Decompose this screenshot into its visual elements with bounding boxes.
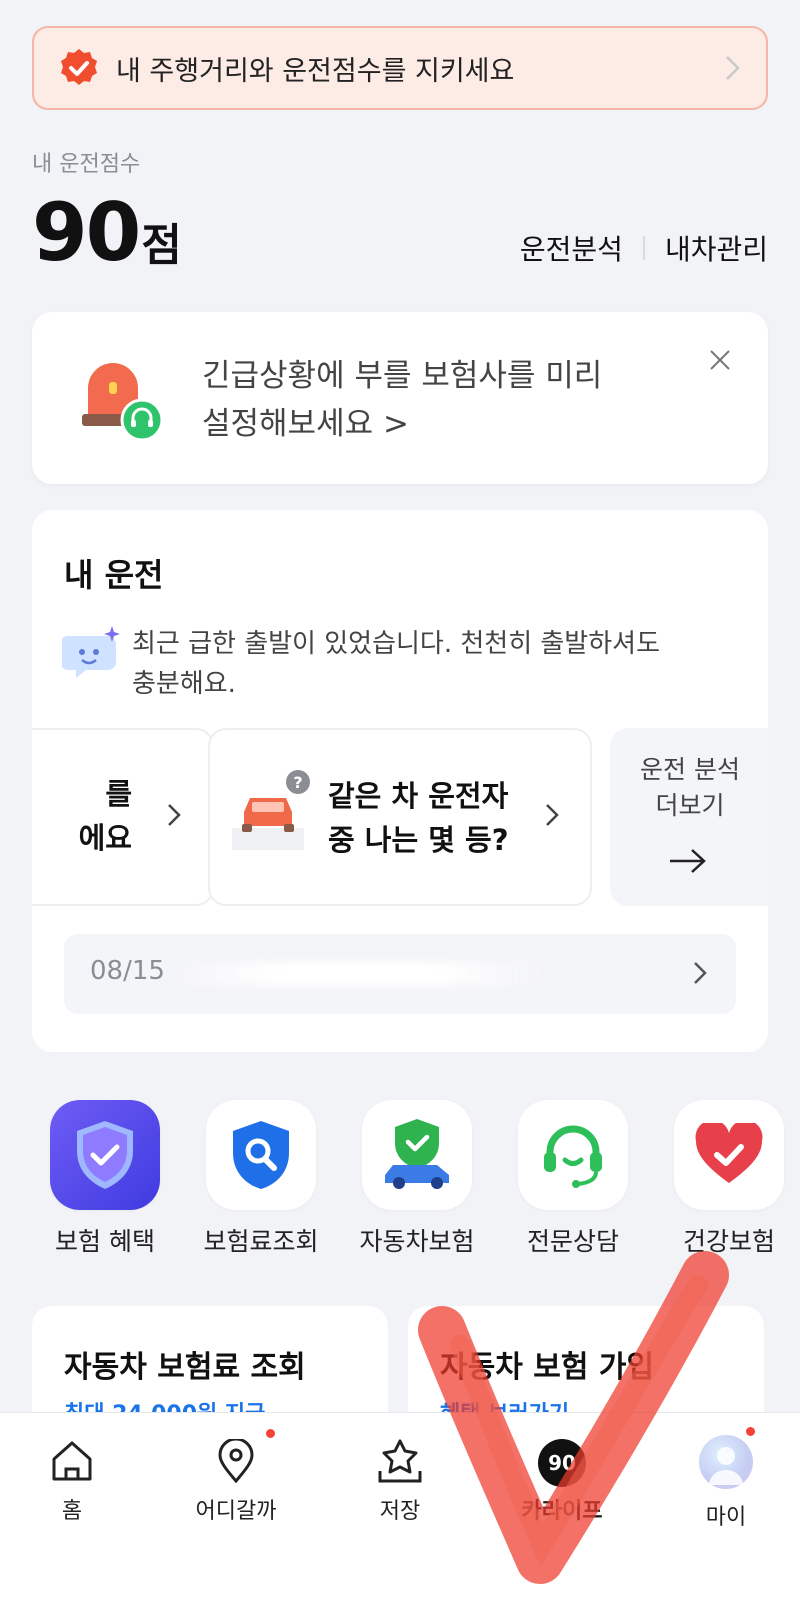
headset-icon (518, 1100, 628, 1210)
heart-check-icon (674, 1100, 784, 1210)
insight-line-1: 를 (105, 777, 132, 811)
driver-ranking-card[interactable]: ? 같은 차 운전자 중 나는 몇 등? (208, 728, 592, 906)
score-links: 운전분석 내차관리 (520, 228, 768, 268)
ranking-line-2: 중 나는 몇 등? (328, 823, 509, 857)
service-label: 보험료조회 (203, 1227, 319, 1256)
siren-icon (82, 363, 164, 442)
driving-tip: 최근 급한 출발이 있었습니다. 천천히 출발하셔도 충분해요. (132, 624, 732, 704)
service-consultation[interactable]: 전문상담 (498, 1100, 648, 1258)
more-line-2: 더보기 (655, 791, 725, 820)
driving-analysis-link[interactable]: 운전분석 (520, 228, 623, 268)
tab-carlife[interactable]: 90 카라이프 (502, 1439, 622, 1525)
tab-label: 마이 (705, 1505, 747, 1530)
notification-dot (746, 1427, 755, 1436)
service-label: 자동차보험 (359, 1227, 475, 1256)
driving-insight-card-prev[interactable]: 를 에요 (32, 728, 214, 906)
score-value: 90 (32, 186, 141, 279)
section-title: 내 운전 (64, 556, 164, 594)
shield-search-icon (206, 1100, 316, 1210)
star-tray-icon (378, 1439, 422, 1483)
more-analysis-button[interactable]: 운전 분석 더보기 (610, 728, 768, 906)
chevron-right-icon (694, 962, 707, 984)
close-icon[interactable] (708, 348, 732, 372)
service-label: 전문상담 (526, 1227, 619, 1256)
chevron-right-icon (726, 56, 740, 80)
emergency-line-1: 긴급상황에 부를 보험사를 미리 (202, 358, 603, 394)
service-label: 건강보험 (682, 1227, 775, 1256)
emergency-line-2[interactable]: 설정해보세요 > (202, 400, 662, 448)
car-management-link[interactable]: 내차관리 (665, 228, 768, 268)
emergency-message: 긴급상황에 부를 보험사를 미리 설정해보세요 > (202, 352, 662, 448)
car-rank-icon: ? (232, 770, 310, 850)
service-premium-lookup[interactable]: 보험료조회 (186, 1100, 336, 1258)
banner-text: 내 주행거리와 운전점수를 지키세요 (116, 55, 515, 87)
promo-title: 자동차 보험료 조회 (64, 1350, 306, 1385)
avatar (699, 1435, 753, 1489)
service-health-insurance[interactable]: 건강보험 (654, 1100, 800, 1258)
insurance-services: 보험 혜택 보험료조회 자동차보험 전문상담 건강보험 (0, 1100, 800, 1256)
my-driving-card: 내 운전 최근 급한 출발이 있었습니다. 천천히 출발하셔도 충분해요. 를 … (32, 510, 768, 1052)
tab-where-to-go[interactable]: 어디갈까 (176, 1429, 296, 1525)
driving-score: 90 점 (32, 186, 182, 279)
promo-title: 자동차 보험 가입 (440, 1350, 655, 1385)
arrow-right-icon (670, 849, 706, 873)
ranking-line-1: 같은 차 운전자 (328, 779, 509, 813)
tab-label: 홈 (61, 1499, 83, 1524)
sparkle-face-icon (62, 626, 120, 678)
insight-line-2: 에요 (78, 821, 132, 855)
tab-saved[interactable]: 저장 (340, 1439, 460, 1525)
recent-drive-record[interactable]: 08/15 (64, 934, 736, 1014)
location-pin-icon (214, 1429, 275, 1484)
service-label: 보험 혜택 (55, 1227, 155, 1256)
more-analysis-text: 운전 분석 더보기 (610, 752, 768, 824)
car-shield-icon (362, 1100, 472, 1210)
ranking-card-text: 같은 차 운전자 중 나는 몇 등? (328, 774, 538, 862)
service-insurance-benefit[interactable]: 보험 혜택 (30, 1100, 180, 1258)
score-badge: 90 (538, 1439, 586, 1487)
record-date: 08/15 (90, 956, 165, 986)
top-banner[interactable]: 내 주행거리와 운전점수를 지키세요 (32, 26, 768, 110)
redacted-area (172, 962, 542, 986)
verified-badge-icon (61, 49, 97, 85)
score-unit: 점 (141, 220, 182, 271)
shield-check-icon (50, 1100, 160, 1210)
tip-line-2: 충분해요. (132, 669, 236, 699)
tab-my[interactable]: 마이 (666, 1427, 786, 1531)
tab-label: 카라이프 (521, 1499, 603, 1524)
bottom-tab-bar: 홈 어디갈까 저장 90 카라이프 마이 (0, 1412, 800, 1601)
chevron-right-icon (168, 804, 181, 826)
emergency-insurer-card[interactable]: 긴급상황에 부를 보험사를 미리 설정해보세요 > (32, 312, 768, 484)
tab-home[interactable]: 홈 (12, 1439, 132, 1525)
divider (642, 236, 645, 260)
more-line-1: 운전 분석 (640, 755, 740, 784)
insight-card-text: 를 에요 (32, 772, 132, 860)
tab-label: 저장 (379, 1499, 421, 1524)
tab-label: 어디갈까 (195, 1499, 277, 1524)
score-label: 내 운전점수 (32, 152, 141, 177)
chevron-right-icon (546, 804, 559, 826)
home-icon (50, 1439, 94, 1483)
notification-dot (266, 1429, 275, 1438)
service-car-insurance[interactable]: 자동차보험 (342, 1100, 492, 1258)
tip-line-1: 최근 급한 출발이 있었습니다. 천천히 출발하셔도 (132, 629, 660, 659)
svg-text:?: ? (293, 773, 302, 792)
